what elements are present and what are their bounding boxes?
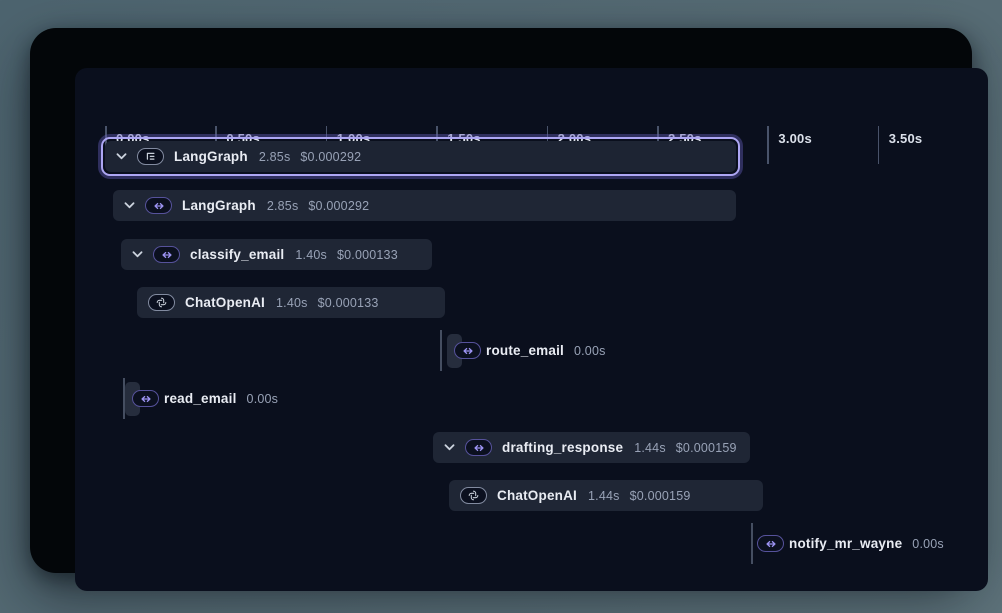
run-cost: $0.000133 <box>318 296 379 310</box>
time-marker-line <box>751 523 753 564</box>
run-name: classify_email <box>190 247 284 262</box>
axis-tick <box>767 126 769 164</box>
chain-icon <box>454 342 481 359</box>
run-cost: $0.000292 <box>308 199 369 213</box>
run-name: ChatOpenAI <box>185 295 265 310</box>
run-duration: 1.40s <box>276 296 308 310</box>
run-cost: $0.000292 <box>300 150 361 164</box>
run-label: notify_mr_wayne 0.00s <box>789 528 944 559</box>
chain-icon <box>465 439 492 456</box>
trace-row-chatopenai[interactable]: ChatOpenAI 1.40s $0.000133 <box>137 287 445 318</box>
run-name: read_email <box>164 391 237 406</box>
trace-row-chatopenai[interactable]: ChatOpenAI 1.44s $0.000159 <box>449 480 763 511</box>
run-label: route_email 0.00s <box>486 335 606 366</box>
chain-icon <box>145 197 172 214</box>
run-duration: 1.44s <box>588 489 620 503</box>
chain-icon <box>757 535 784 552</box>
axis-tick-label: 3.50s <box>889 131 923 146</box>
run-duration: 0.00s <box>247 392 279 406</box>
run-duration: 2.85s <box>259 150 291 164</box>
llm-icon <box>460 487 487 504</box>
app-window: 0.00s0.50s1.00s1.50s2.00s2.50s3.00s3.50s… <box>30 28 972 573</box>
waterfall-pane: 0.00s0.50s1.00s1.50s2.00s2.50s3.00s3.50s… <box>75 68 988 591</box>
run-duration: 2.85s <box>267 199 299 213</box>
run-name: route_email <box>486 343 564 358</box>
chain-icon <box>153 246 180 263</box>
llm-icon <box>148 294 175 311</box>
trace-row-notify-mr-wayne[interactable]: notify_mr_wayne 0.00s <box>75 528 988 559</box>
trace-row-drafting-response[interactable]: drafting_response 1.44s $0.000159 <box>433 432 750 463</box>
axis-tick <box>878 126 880 164</box>
chevron-down-icon[interactable] <box>124 202 135 209</box>
run-name: notify_mr_wayne <box>789 536 902 551</box>
chevron-down-icon[interactable] <box>444 444 455 451</box>
run-cost: $0.000133 <box>337 248 398 262</box>
run-duration: 0.00s <box>574 344 606 358</box>
chevron-down-icon[interactable] <box>116 153 127 160</box>
run-cost: $0.000159 <box>676 441 737 455</box>
run-name: drafting_response <box>502 440 623 455</box>
run-duration: 0.00s <box>912 537 944 551</box>
time-marker-line <box>440 330 442 371</box>
run-name: ChatOpenAI <box>497 488 577 503</box>
trace-row-langgraph[interactable]: LangGraph 2.85s $0.000292 <box>113 190 736 221</box>
run-name: LangGraph <box>182 198 256 213</box>
chevron-down-icon[interactable] <box>132 251 143 258</box>
trace-row-route-email[interactable]: route_email 0.00s <box>75 335 988 366</box>
run-duration: 1.44s <box>634 441 666 455</box>
run-label: read_email 0.00s <box>164 383 278 414</box>
run-cost: $0.000159 <box>630 489 691 503</box>
chain-icon <box>132 390 159 407</box>
trace-row-langgraph[interactable]: LangGraph 2.85s $0.000292 <box>105 141 736 172</box>
trace-tree-icon <box>137 148 164 165</box>
axis-tick-label: 3.00s <box>778 131 812 146</box>
trace-viewer: 0.00s0.50s1.00s1.50s2.00s2.50s3.00s3.50s… <box>0 0 1002 613</box>
trace-row-read-email[interactable]: read_email 0.00s <box>75 383 988 414</box>
trace-row-langgraph-selected[interactable]: LangGraph 2.85s $0.000292 <box>101 137 740 176</box>
run-duration: 1.40s <box>295 248 327 262</box>
trace-row-classify-email[interactable]: classify_email 1.40s $0.000133 <box>121 239 432 270</box>
run-name: LangGraph <box>174 149 248 164</box>
